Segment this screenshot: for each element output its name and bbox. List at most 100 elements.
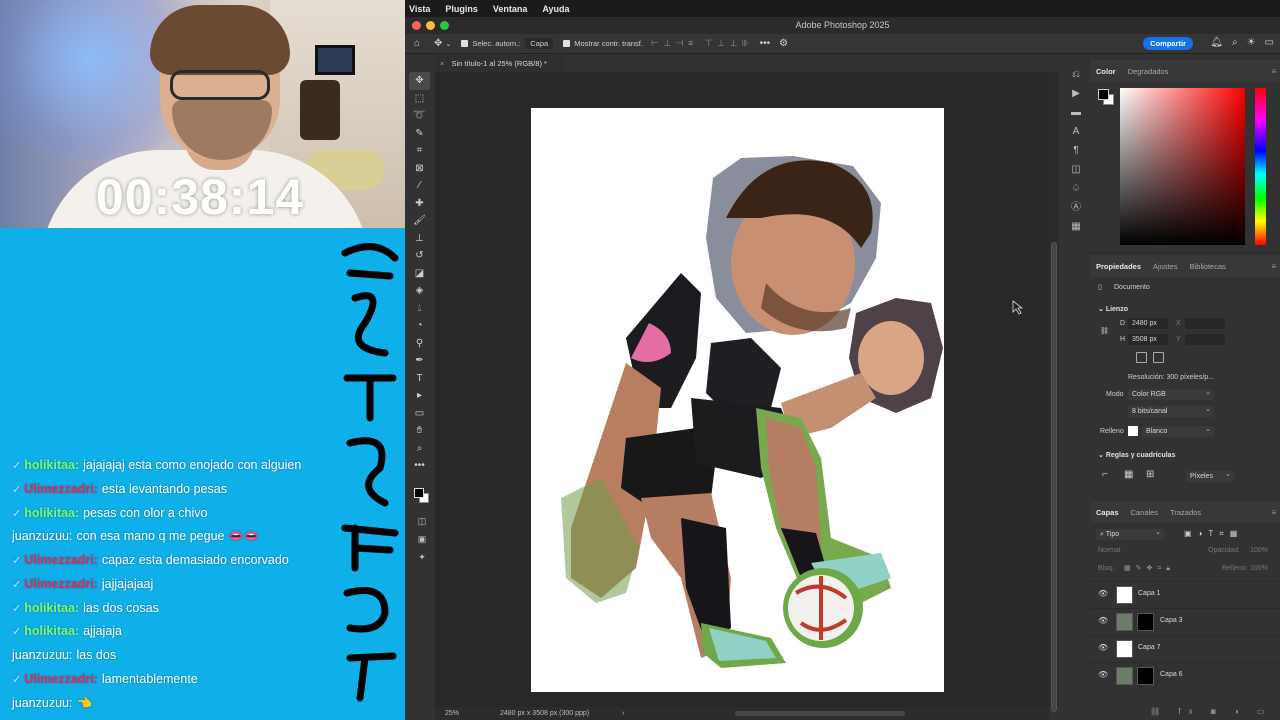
blend-mode-dropdown[interactable]: Normal	[1098, 547, 1121, 554]
move-tool-icon[interactable]: ✥	[434, 38, 442, 49]
width-field[interactable]: 2480 px	[1128, 318, 1168, 329]
layer-row[interactable]: 👁︎ Capa 3	[1090, 608, 1280, 634]
actions-play-icon[interactable]: ▶	[1065, 84, 1087, 103]
layers-footer-icons[interactable]: ⛓ fx ◙ ◑ ▭ ⊞ 🗑︎	[1150, 707, 1280, 716]
landscape-orientation-icon[interactable]	[1153, 352, 1164, 363]
history-brush-tool-icon[interactable]: ↺	[409, 247, 430, 265]
panel-menu-icon[interactable]: ≡	[1271, 508, 1276, 517]
quick-mask-icon[interactable]: ◫	[414, 512, 430, 530]
color-picker-field[interactable]	[1120, 88, 1245, 245]
layer-filter-dropdown[interactable]: ⌕ Tipo	[1096, 527, 1164, 540]
blur-tool-icon[interactable]: 💧︎	[409, 300, 430, 318]
history-icon[interactable]: ⎌	[1065, 65, 1087, 84]
brush-tool-icon[interactable]: 🖌︎	[409, 212, 430, 230]
layer-mask-thumbnail[interactable]	[1137, 613, 1154, 631]
show-transform-checkbox[interactable]	[563, 40, 571, 47]
stamp-tool-icon[interactable]: ⊥	[409, 230, 430, 248]
fill-dropdown[interactable]: Blanco	[1142, 424, 1214, 437]
auto-select-checkbox[interactable]	[461, 40, 469, 47]
tab-properties[interactable]: Propiedades	[1096, 262, 1141, 271]
guides-icon[interactable]: ⊞	[1146, 469, 1154, 480]
hue-slider[interactable]	[1255, 88, 1266, 245]
menu-ayuda[interactable]: Ayuda	[542, 4, 569, 14]
healing-tool-icon[interactable]: ✚	[409, 195, 430, 213]
quick-select-tool-icon[interactable]: ✎	[409, 125, 430, 143]
panel-menu-icon[interactable]: ≡	[1271, 67, 1276, 76]
portrait-orientation-icon[interactable]	[1136, 352, 1147, 363]
paragraph-icon[interactable]: ¶	[1065, 141, 1087, 160]
rectangle-tool-icon[interactable]: ▭	[409, 405, 430, 423]
library-grid-icon[interactable]: ▦	[1065, 217, 1087, 236]
screen-mode-icon[interactable]: ▣	[414, 530, 430, 548]
bell-icon[interactable]: 🔔︎	[1210, 37, 1223, 48]
auto-select-dropdown[interactable]: Capa	[525, 38, 554, 49]
search-icon[interactable]: ⌕	[1232, 37, 1238, 48]
lasso-tool-icon[interactable]: ➰	[409, 107, 430, 125]
rulers-section-header[interactable]: ⌄ Reglas y cuadrículas	[1098, 451, 1175, 459]
units-dropdown[interactable]: Píxeles	[1186, 469, 1234, 482]
tab-color[interactable]: Color	[1096, 67, 1116, 76]
close-tab-icon[interactable]: ×	[440, 59, 444, 68]
layer-name[interactable]: Capa 3	[1160, 617, 1183, 624]
layer-row[interactable]: 👁︎ Capa 7	[1090, 635, 1280, 661]
tab-gradients[interactable]: Degradados	[1128, 67, 1169, 76]
comments-icon[interactable]: ▬	[1065, 103, 1087, 122]
bit-depth-dropdown[interactable]: 8 bits/canal	[1128, 404, 1214, 417]
canvas-area[interactable]	[435, 72, 1049, 707]
layer-mask-thumbnail[interactable]	[1137, 667, 1154, 685]
ruler-icon[interactable]: ⌐	[1102, 469, 1108, 480]
status-chevron-icon[interactable]: ›	[622, 707, 624, 720]
eraser-tool-icon[interactable]: ◪	[409, 265, 430, 283]
align-icons[interactable]: ⊢ ⊥ ⊣ ≡ ⊤ ⊥ ⊥ ⊪	[651, 38, 751, 49]
move-tool-icon[interactable]: ✥	[409, 72, 430, 90]
layer-row[interactable]: 👁︎ Capa 6	[1090, 662, 1280, 688]
fill-color-swatch[interactable]	[1128, 426, 1138, 436]
color-swatches[interactable]	[1098, 89, 1116, 107]
canvas-section-header[interactable]: ⌄ Lienzo	[1098, 305, 1128, 313]
pen-tool-icon[interactable]: ✒	[409, 352, 430, 370]
dodge-tool-icon[interactable]: ◔	[409, 317, 430, 335]
layer-row[interactable]: 👁︎ Capa 1	[1090, 581, 1280, 607]
zoom-level[interactable]: 25%	[445, 707, 459, 720]
hand-tool-icon[interactable]: ✋︎	[409, 422, 430, 440]
character-icon[interactable]: A	[1065, 122, 1087, 141]
visibility-eye-icon[interactable]: 👁︎	[1098, 670, 1108, 679]
layer-name[interactable]: Capa 7	[1138, 644, 1161, 651]
home-icon[interactable]: ⌂	[414, 38, 420, 49]
frame-tool-icon[interactable]: ⊠	[409, 160, 430, 178]
eyedropper-tool-icon[interactable]: ⁄	[409, 177, 430, 195]
styles-icon[interactable]: ♤	[1065, 179, 1087, 198]
generative-icon[interactable]: ✦	[414, 548, 430, 566]
height-field[interactable]: 3508 px	[1128, 334, 1168, 345]
settings-gear-icon[interactable]: ⚙	[779, 38, 788, 49]
edit-toolbar-icon[interactable]: •••	[409, 457, 430, 475]
lock-icons[interactable]: ▦✎✥⌗🔒︎	[1124, 564, 1175, 573]
path-select-tool-icon[interactable]: ▸	[409, 387, 430, 405]
discover-icon[interactable]: ☀	[1247, 37, 1256, 48]
menu-plugins[interactable]: Plugins	[445, 4, 478, 14]
tab-channels[interactable]: Canales	[1131, 508, 1159, 517]
glyphs-icon[interactable]: Ⓐ	[1065, 198, 1087, 217]
paint-bucket-tool-icon[interactable]: ◈	[409, 282, 430, 300]
canvas-horizontal-scrollbar[interactable]	[735, 711, 905, 716]
share-button[interactable]: Compartir	[1143, 37, 1193, 50]
document-tab[interactable]: × Sin título-1 al 25% (RGB/8) *	[435, 55, 565, 72]
opacity-value[interactable]: 100%	[1250, 547, 1268, 554]
layer-filter-icons[interactable]: ▣◑T⌗▦	[1184, 529, 1243, 539]
canvas-vertical-scrollbar[interactable]	[1049, 72, 1059, 712]
zoom-glass-tool-icon[interactable]: ⚲	[409, 335, 430, 353]
foreground-background-colors[interactable]	[414, 488, 430, 504]
visibility-eye-icon[interactable]: 👁︎	[1098, 616, 1108, 625]
tab-adjustments[interactable]: Ajustes	[1153, 262, 1178, 271]
properties-panel-icon[interactable]: ◫	[1065, 160, 1087, 179]
layer-name[interactable]: Capa 1	[1138, 590, 1161, 597]
panel-menu-icon[interactable]: ≡	[1271, 262, 1276, 271]
crop-tool-icon[interactable]: ⌗	[409, 142, 430, 160]
tab-paths[interactable]: Trazados	[1170, 508, 1201, 517]
workspace-icon[interactable]: ▭	[1265, 37, 1274, 48]
more-options-icon[interactable]: •••	[760, 38, 771, 49]
tool-preset-chevron-icon[interactable]: ⌄	[445, 40, 451, 48]
visibility-eye-icon[interactable]: 👁︎	[1098, 643, 1108, 652]
document-canvas[interactable]	[531, 108, 944, 692]
type-tool-icon[interactable]: T	[409, 370, 430, 388]
